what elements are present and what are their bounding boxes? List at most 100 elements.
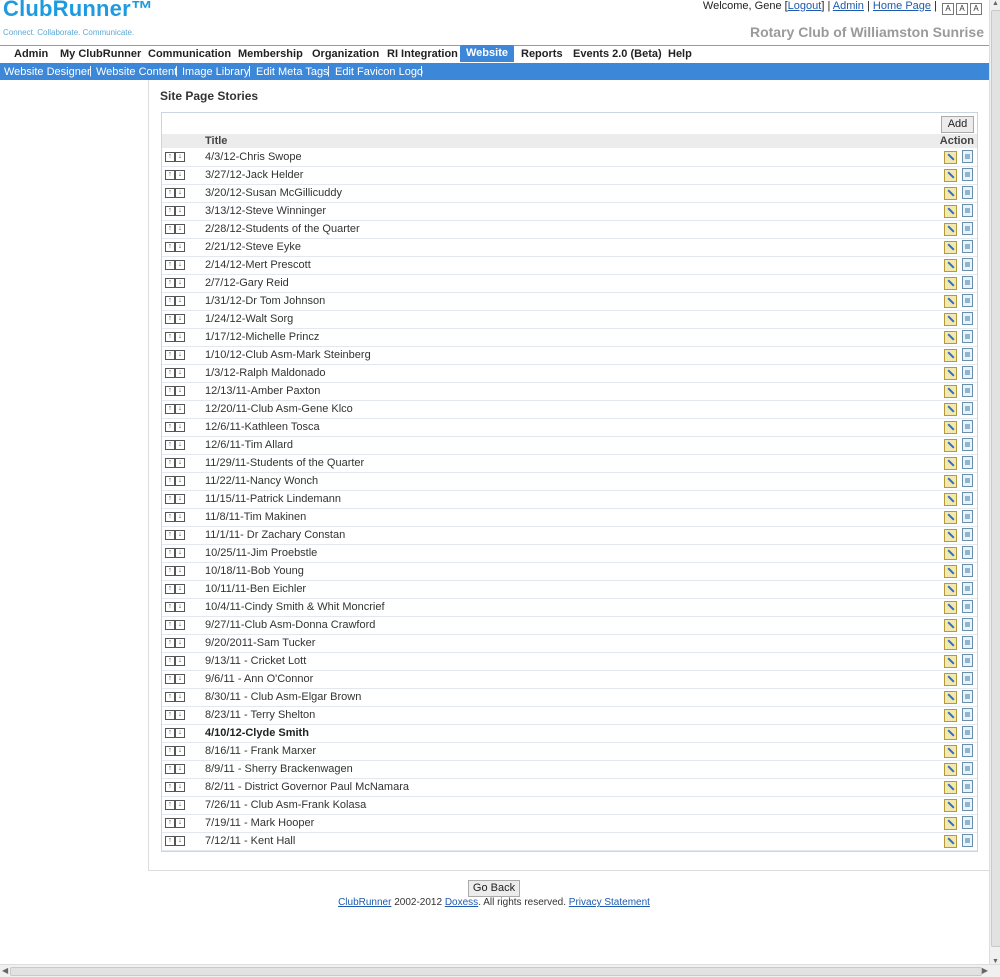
nav-item-events[interactable]: Events 2.0 (Beta): [573, 48, 662, 60]
delete-icon[interactable]: [962, 510, 973, 523]
move-up-icon[interactable]: ↑: [165, 656, 175, 666]
edit-icon[interactable]: [944, 259, 957, 272]
move-up-icon[interactable]: ↑: [165, 692, 175, 702]
move-down-icon[interactable]: ↓: [175, 548, 185, 558]
footer-doxess-link[interactable]: Doxess: [445, 897, 478, 908]
move-down-icon[interactable]: ↓: [175, 512, 185, 522]
clubrunner-logo[interactable]: ClubRunner™: [3, 0, 153, 22]
edit-icon[interactable]: [944, 403, 957, 416]
subnav-website-designer[interactable]: Website Designer: [4, 66, 91, 78]
move-down-icon[interactable]: ↓: [175, 278, 185, 288]
edit-icon[interactable]: [944, 367, 957, 380]
admin-link[interactable]: Admin: [833, 0, 864, 12]
edit-icon[interactable]: [944, 349, 957, 362]
move-down-icon[interactable]: ↓: [175, 296, 185, 306]
delete-icon[interactable]: [962, 780, 973, 793]
move-down-icon[interactable]: ↓: [175, 764, 185, 774]
edit-icon[interactable]: [944, 601, 957, 614]
horizontal-scroll-thumb[interactable]: [10, 967, 982, 976]
move-up-icon[interactable]: ↑: [165, 800, 175, 810]
move-up-icon[interactable]: ↑: [165, 818, 175, 828]
move-up-icon[interactable]: ↑: [165, 188, 175, 198]
move-up-icon[interactable]: ↑: [165, 242, 175, 252]
move-down-icon[interactable]: ↓: [175, 422, 185, 432]
edit-icon[interactable]: [944, 295, 957, 308]
edit-icon[interactable]: [944, 421, 957, 434]
delete-icon[interactable]: [962, 456, 973, 469]
move-down-icon[interactable]: ↓: [175, 476, 185, 486]
subnav-image-library[interactable]: Image Library: [182, 66, 249, 78]
delete-icon[interactable]: [962, 474, 973, 487]
move-up-icon[interactable]: ↑: [165, 332, 175, 342]
font-size-large-button[interactable]: A: [970, 3, 982, 15]
delete-icon[interactable]: [962, 402, 973, 415]
move-down-icon[interactable]: ↓: [175, 152, 185, 162]
move-up-icon[interactable]: ↑: [165, 152, 175, 162]
move-down-icon[interactable]: ↓: [175, 440, 185, 450]
move-up-icon[interactable]: ↑: [165, 728, 175, 738]
delete-icon[interactable]: [962, 348, 973, 361]
delete-icon[interactable]: [962, 150, 973, 163]
move-up-icon[interactable]: ↑: [165, 494, 175, 504]
go-back-button[interactable]: Go Back: [468, 880, 520, 897]
move-up-icon[interactable]: ↑: [165, 350, 175, 360]
delete-icon[interactable]: [962, 222, 973, 235]
add-button[interactable]: Add: [941, 116, 974, 133]
move-down-icon[interactable]: ↓: [175, 404, 185, 414]
delete-icon[interactable]: [962, 258, 973, 271]
move-down-icon[interactable]: ↓: [175, 386, 185, 396]
vertical-scrollbar[interactable]: ▲ ▼: [989, 0, 1000, 965]
font-size-small-button[interactable]: A: [942, 3, 954, 15]
move-up-icon[interactable]: ↑: [165, 620, 175, 630]
delete-icon[interactable]: [962, 618, 973, 631]
move-down-icon[interactable]: ↓: [175, 818, 185, 828]
edit-icon[interactable]: [944, 691, 957, 704]
move-up-icon[interactable]: ↑: [165, 584, 175, 594]
nav-item-reports[interactable]: Reports: [521, 48, 563, 60]
move-down-icon[interactable]: ↓: [175, 494, 185, 504]
delete-icon[interactable]: [962, 240, 973, 253]
delete-icon[interactable]: [962, 312, 973, 325]
move-up-icon[interactable]: ↑: [165, 764, 175, 774]
edit-icon[interactable]: [944, 475, 957, 488]
vertical-scroll-thumb[interactable]: [991, 10, 1000, 947]
home-page-link[interactable]: Home Page: [873, 0, 931, 12]
move-up-icon[interactable]: ↑: [165, 548, 175, 558]
move-down-icon[interactable]: ↓: [175, 656, 185, 666]
edit-icon[interactable]: [944, 313, 957, 326]
edit-icon[interactable]: [944, 709, 957, 722]
move-up-icon[interactable]: ↑: [165, 224, 175, 234]
move-down-icon[interactable]: ↓: [175, 638, 185, 648]
move-up-icon[interactable]: ↑: [165, 566, 175, 576]
move-up-icon[interactable]: ↑: [165, 476, 175, 486]
delete-icon[interactable]: [962, 294, 973, 307]
delete-icon[interactable]: [962, 384, 973, 397]
scroll-up-icon[interactable]: ▲: [992, 0, 999, 7]
nav-item-help[interactable]: Help: [668, 48, 692, 60]
edit-icon[interactable]: [944, 205, 957, 218]
move-up-icon[interactable]: ↑: [165, 602, 175, 612]
delete-icon[interactable]: [962, 654, 973, 667]
move-up-icon[interactable]: ↑: [165, 440, 175, 450]
move-down-icon[interactable]: ↓: [175, 836, 185, 846]
footer-clubrunner-link[interactable]: ClubRunner: [338, 897, 391, 908]
edit-icon[interactable]: [944, 781, 957, 794]
move-up-icon[interactable]: ↑: [165, 836, 175, 846]
edit-icon[interactable]: [944, 619, 957, 632]
delete-icon[interactable]: [962, 708, 973, 721]
edit-icon[interactable]: [944, 439, 957, 452]
delete-icon[interactable]: [962, 186, 973, 199]
nav-item-ri-integration[interactable]: RI Integration: [387, 48, 458, 60]
edit-icon[interactable]: [944, 763, 957, 776]
move-down-icon[interactable]: ↓: [175, 260, 185, 270]
move-down-icon[interactable]: ↓: [175, 584, 185, 594]
delete-icon[interactable]: [962, 636, 973, 649]
delete-icon[interactable]: [962, 546, 973, 559]
delete-icon[interactable]: [962, 204, 973, 217]
move-down-icon[interactable]: ↓: [175, 332, 185, 342]
move-up-icon[interactable]: ↑: [165, 314, 175, 324]
move-down-icon[interactable]: ↓: [175, 242, 185, 252]
move-down-icon[interactable]: ↓: [175, 782, 185, 792]
edit-icon[interactable]: [944, 331, 957, 344]
move-up-icon[interactable]: ↑: [165, 260, 175, 270]
